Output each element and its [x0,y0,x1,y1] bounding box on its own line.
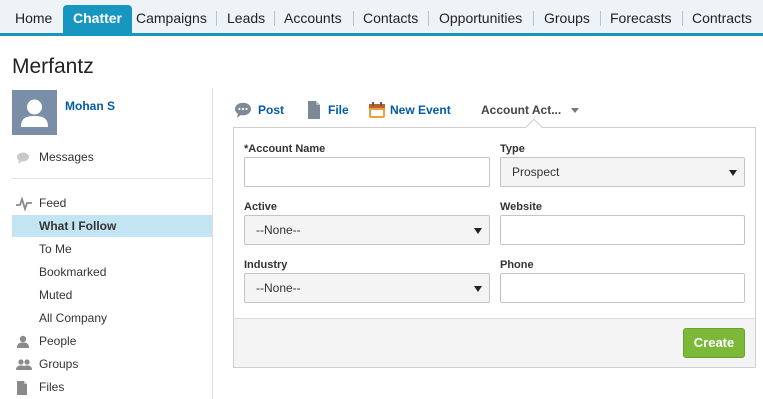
phone-field[interactable] [500,273,745,303]
industry-label: Industry [244,259,288,271]
sidebar-item-messages[interactable]: Messages [12,146,212,168]
tab-groups[interactable]: Groups [534,4,600,33]
file-action[interactable]: File [306,98,356,122]
tab-leads[interactable]: Leads [217,4,275,33]
sidebar-item-label: Messages [39,150,94,164]
chevron-down-icon [571,108,579,113]
avatar[interactable] [12,90,57,135]
industry-select-value: --None-- [256,281,301,295]
file-action-label: File [328,103,349,117]
user-name-link[interactable]: Mohan S [65,99,115,113]
page-title: Merfantz [12,55,94,78]
pulse-icon [16,196,32,212]
sidebar-item-label: Files [39,380,65,394]
tab-forecasts[interactable]: Forecasts [600,4,681,33]
post-action[interactable]: Post [234,98,289,122]
panel-footer: Create [234,318,755,367]
type-select[interactable]: Prospect [500,157,745,187]
main-tab-bar: Home Chatter Campaigns Leads Accounts Co… [0,0,763,36]
tab-opportunities[interactable]: Opportunities [429,4,532,33]
sidebar-item-all-company[interactable]: All Company [12,307,212,329]
sidebar-item-to-me[interactable]: To Me [12,238,212,260]
sidebar-item-files[interactable]: Files [12,376,212,398]
tab-contacts[interactable]: Contacts [353,4,428,33]
tab-accounts[interactable]: Accounts [274,4,352,33]
more-actions-label: Account Act... [481,103,562,117]
tab-chatter[interactable]: Chatter [63,5,133,33]
sidebar-item-label: What I Follow [39,219,117,233]
active-label: Active [244,201,278,213]
person-silhouette-icon [21,99,48,127]
industry-select[interactable]: --None-- [244,273,490,303]
chevron-down-icon [474,228,482,234]
new-event-action[interactable]: New Event [368,98,458,122]
person-icon [16,334,30,348]
sidebar-item-label: People [39,334,77,348]
file-icon [16,380,30,395]
account-name-field[interactable] [244,157,490,187]
website-field[interactable] [500,215,745,245]
sidebar-item-label: Muted [39,288,73,302]
tab-contracts[interactable]: Contracts [682,4,762,33]
active-select-value: --None-- [256,223,301,237]
sidebar-item-groups[interactable]: Groups [12,353,212,375]
sidebar-item-label: All Company [39,311,108,325]
sidebar-item-feed[interactable]: Feed [12,192,212,214]
sidebar-item-muted[interactable]: Muted [12,284,212,306]
sidebar-item-label: Groups [39,357,79,371]
website-label: Website [500,201,542,213]
tab-campaigns[interactable]: Campaigns [126,4,217,33]
speech-bubble-icon [234,101,252,119]
sidebar-item-what-i-follow[interactable]: What I Follow [12,215,212,237]
sidebar-item-label: Feed [39,196,67,210]
post-action-label: Post [258,103,285,117]
create-button[interactable]: Create [683,328,745,358]
sidebar-item-people[interactable]: People [12,330,212,352]
type-select-value: Prospect [512,165,560,179]
type-label: Type [500,143,525,155]
account-action-panel: *Account Name Type Prospect Active --Non… [233,118,756,368]
sidebar-item-bookmarked[interactable]: Bookmarked [12,261,212,283]
chevron-down-icon [729,170,737,176]
calendar-icon [368,101,386,119]
new-event-action-label: New Event [390,103,451,117]
speech-bubble-icon [16,150,30,164]
sidebar-item-label: To Me [39,242,72,256]
chevron-down-icon [474,286,482,292]
more-actions-dropdown[interactable]: Account Act... [481,98,579,122]
file-icon [306,101,324,119]
sidebar-divider [12,178,212,179]
active-select[interactable]: --None-- [244,215,490,245]
phone-label: Phone [500,259,534,271]
people-icon [16,357,32,371]
account-name-label: *Account Name [244,143,326,155]
chatter-sidebar: Mohan S Messages Feed What I Follow To M… [0,88,213,399]
tab-home[interactable]: Home [5,4,62,33]
sidebar-item-label: Bookmarked [39,265,107,279]
